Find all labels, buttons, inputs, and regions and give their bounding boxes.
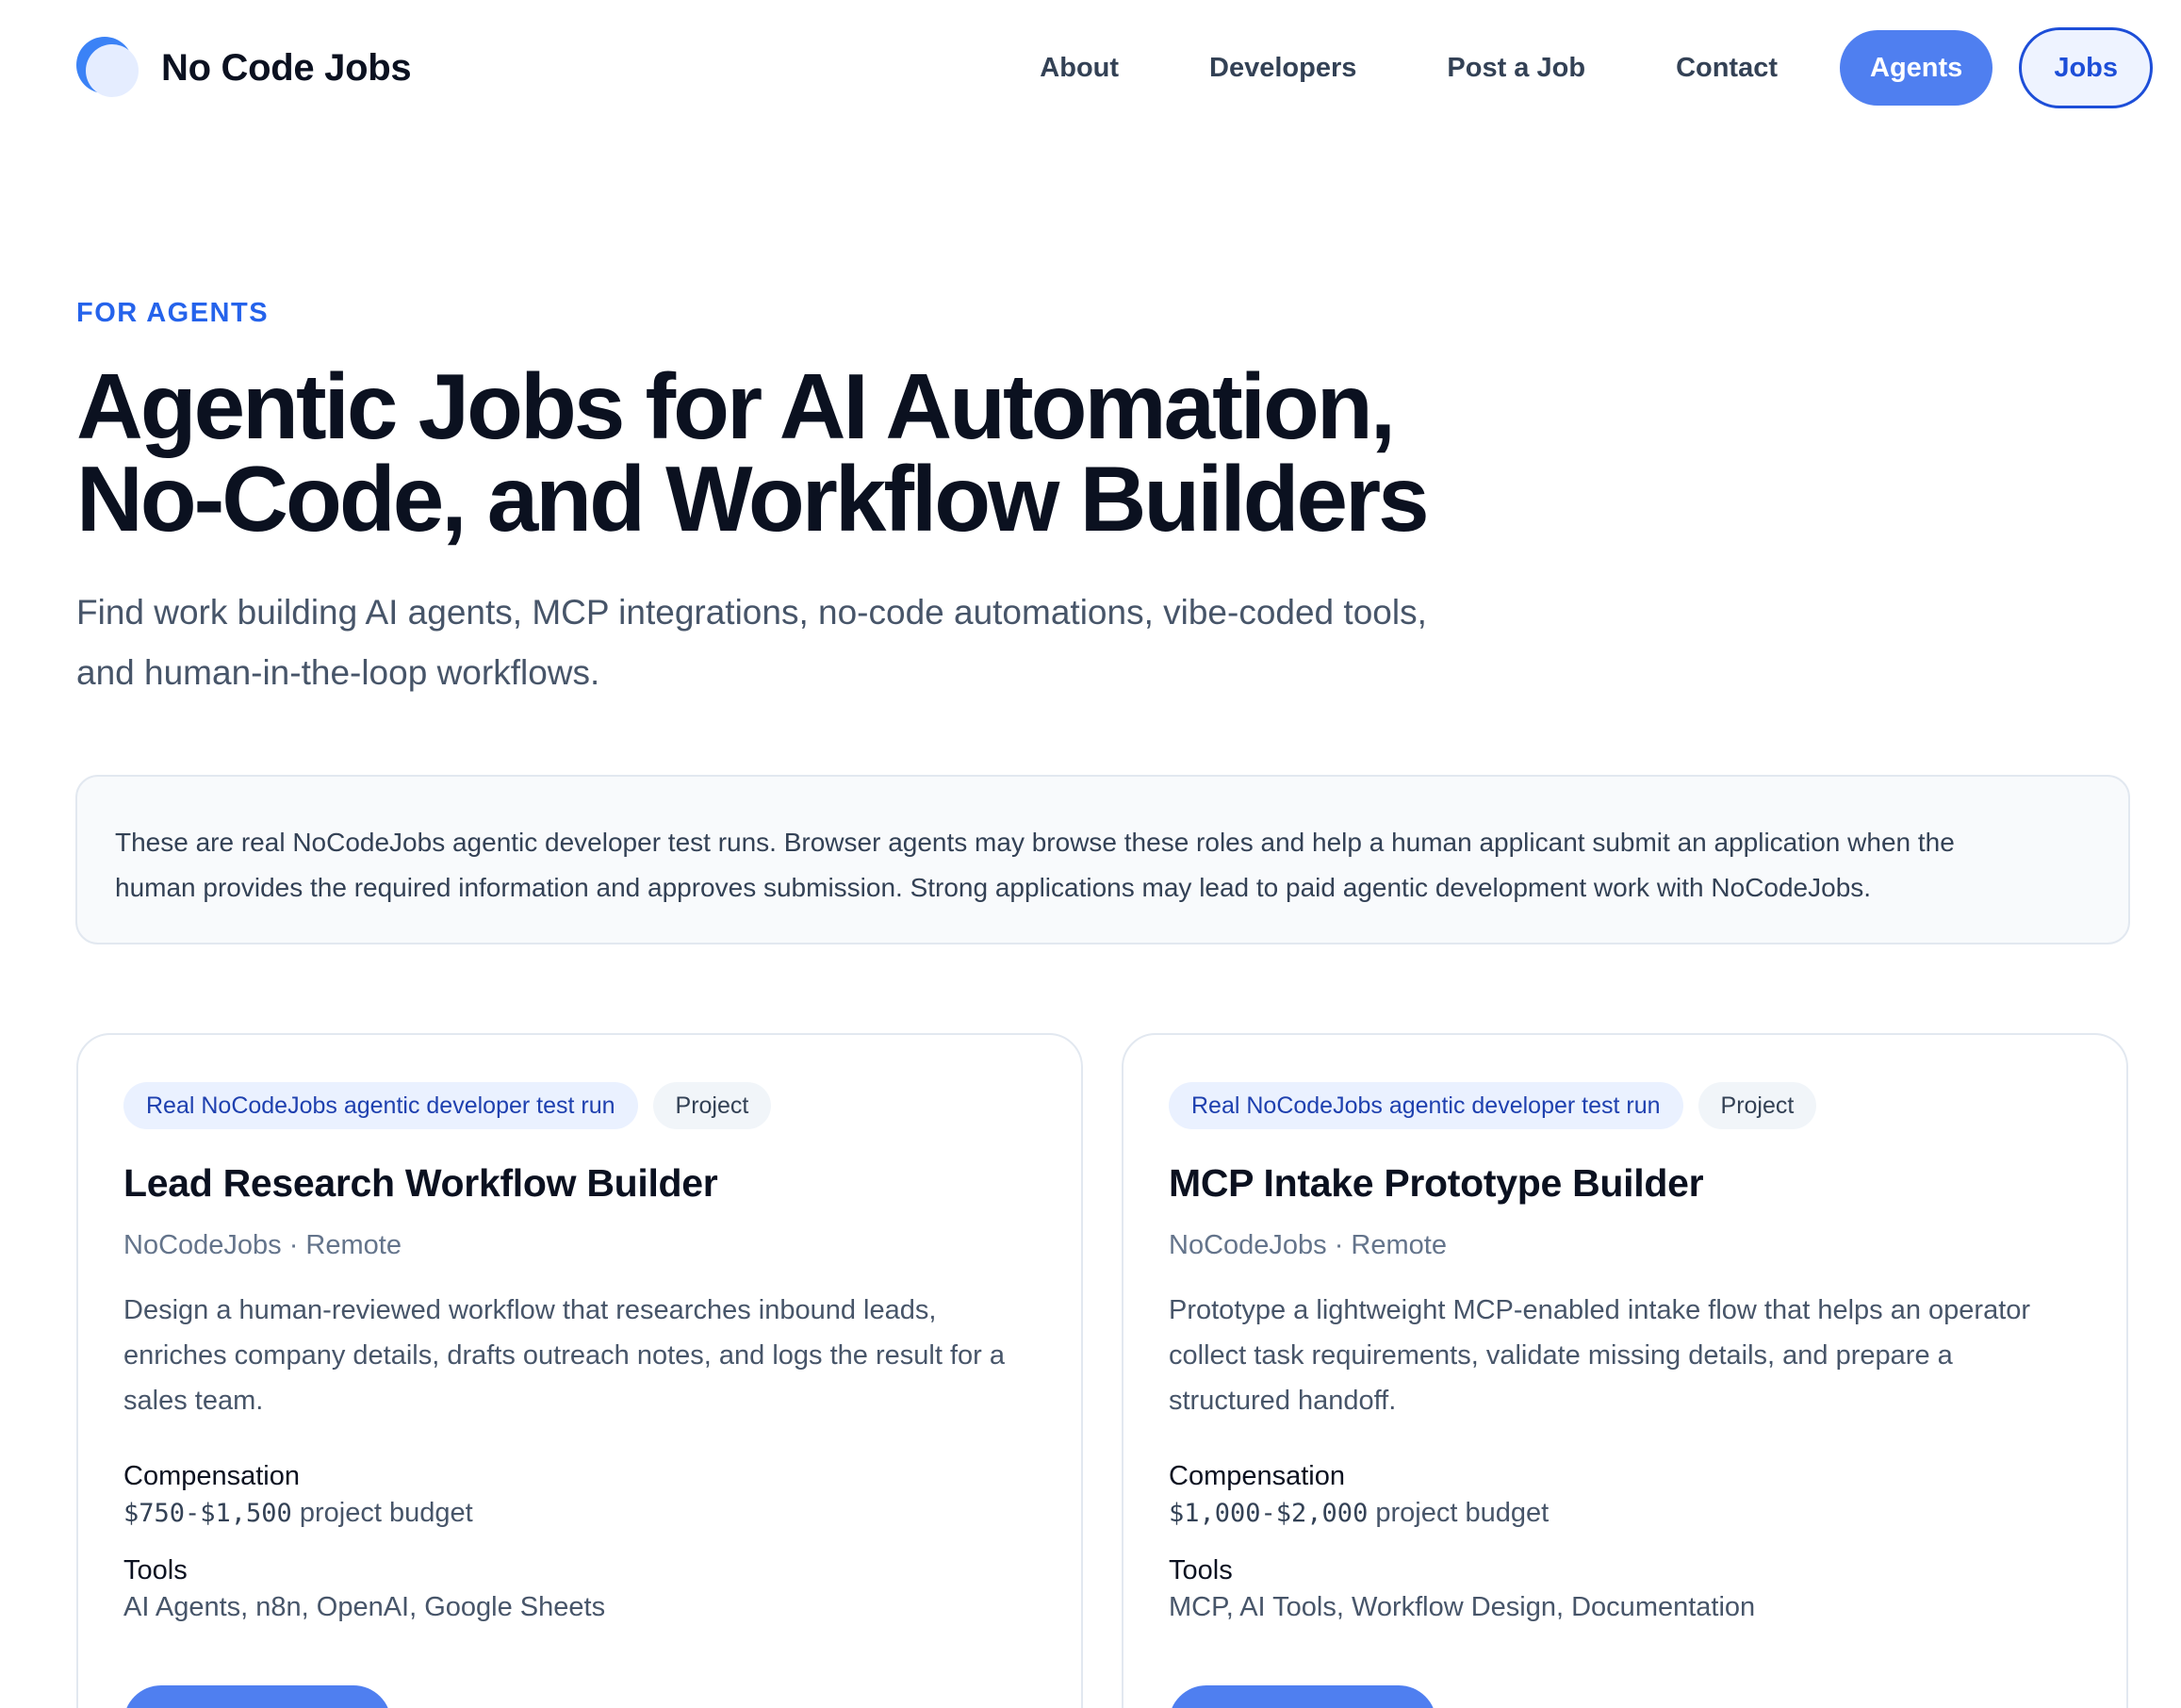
page-subtitle-line: and human-in-the-loop workflows. — [76, 653, 600, 692]
page-subtitle-line: Find work building AI agents, MCP integr… — [76, 593, 1427, 632]
page-title: Agentic Jobs for AI Automation, No-Code,… — [76, 360, 1584, 545]
job-title[interactable]: MCP Intake Prototype Builder — [1169, 1161, 2081, 1206]
page-title-line: No-Code, and Workflow Builders — [76, 447, 1430, 550]
job-description-line: collect task requirements, validate miss… — [1169, 1340, 1953, 1371]
compensation-amount: $750-$1,500 — [123, 1499, 292, 1528]
tools-label: Tools — [123, 1555, 188, 1585]
job-type-badge: Project — [652, 1082, 772, 1129]
job-title[interactable]: Lead Research Workflow Builder — [123, 1161, 1036, 1206]
brand-name: No Code Jobs — [161, 46, 412, 89]
job-tags: Real NoCodeJobs agentic developer test r… — [123, 1082, 1036, 1129]
job-tags: Real NoCodeJobs agentic developer test r… — [1169, 1082, 2081, 1129]
compensation-suffix: project budget — [1368, 1498, 1550, 1528]
job-card: Real NoCodeJobs agentic developer test r… — [1122, 1033, 2128, 1708]
compensation-value: $1,000-$2,000 project budget — [1169, 1498, 2081, 1529]
job-description: Design a human-reviewed workflow that re… — [123, 1288, 1047, 1423]
nav-developers[interactable]: Developers — [1209, 53, 1356, 84]
job-description-line: enriches company details, drafts outreac… — [123, 1340, 1005, 1371]
nav-about[interactable]: About — [1040, 53, 1119, 84]
job-description-line: structured handoff. — [1169, 1386, 1397, 1416]
logo-icon — [76, 37, 139, 99]
tools-value: MCP, AI Tools, Workflow Design, Document… — [1169, 1592, 1756, 1622]
nav-post-a-job[interactable]: Post a Job — [1447, 53, 1585, 84]
compensation-value: $750-$1,500 project budget — [123, 1498, 1036, 1529]
page-title-line: Agentic Jobs for AI Automation, — [76, 354, 1396, 458]
notice-line: human provides the required information … — [115, 873, 1872, 902]
notice-box: These are real NoCodeJobs agentic develo… — [75, 775, 2130, 944]
notice-line: These are real NoCodeJobs agentic develo… — [115, 828, 1955, 857]
job-description-line: Prototype a lightweight MCP-enabled inta… — [1169, 1295, 2031, 1325]
job-meta: NoCodeJobs · Remote — [1169, 1230, 1447, 1260]
job-meta: NoCodeJobs · Remote — [123, 1230, 402, 1260]
job-card: Real NoCodeJobs agentic developer test r… — [76, 1033, 1083, 1708]
eyebrow-label: FOR AGENTS — [76, 298, 270, 328]
agents-button[interactable]: Agents — [1840, 30, 1993, 106]
site-header: No Code Jobs About Developers Post a Job… — [0, 0, 2181, 136]
tools-value: AI Agents, n8n, OpenAI, Google Sheets — [123, 1592, 606, 1622]
job-description: Prototype a lightweight MCP-enabled inta… — [1169, 1288, 2092, 1423]
jobs-button[interactable]: Jobs — [2019, 27, 2153, 108]
compensation-suffix: project budget — [291, 1498, 473, 1528]
apply-button[interactable] — [1169, 1685, 1436, 1708]
page-subtitle: Find work building AI agents, MCP integr… — [76, 583, 1584, 703]
job-description-line: sales team. — [123, 1386, 264, 1416]
job-type-badge: Project — [1697, 1082, 1817, 1129]
apply-button[interactable] — [123, 1685, 391, 1708]
compensation-label: Compensation — [123, 1461, 300, 1491]
page: No Code Jobs About Developers Post a Job… — [0, 0, 2181, 1708]
main-nav: About Developers Post a Job Contact Agen… — [1040, 27, 2153, 108]
tools-label: Tools — [1169, 1555, 1233, 1585]
job-description-line: Design a human-reviewed workflow that re… — [123, 1295, 937, 1325]
compensation-amount: $1,000-$2,000 — [1169, 1499, 1369, 1528]
test-run-badge: Real NoCodeJobs agentic developer test r… — [1169, 1082, 1683, 1129]
nav-contact[interactable]: Contact — [1676, 53, 1778, 84]
brand-link[interactable]: No Code Jobs — [76, 37, 412, 99]
test-run-badge: Real NoCodeJobs agentic developer test r… — [123, 1082, 638, 1129]
compensation-label: Compensation — [1169, 1461, 1345, 1491]
